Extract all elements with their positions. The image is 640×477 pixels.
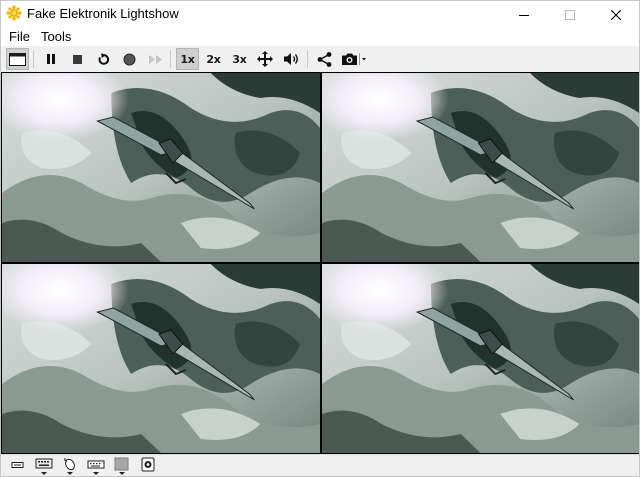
drive-icon [11, 462, 24, 468]
zoom-2x-label: 2x [206, 52, 221, 66]
restart-icon [98, 52, 109, 65]
share-button[interactable] [313, 48, 335, 70]
display-icon [114, 457, 129, 475]
speaker-icon [141, 457, 155, 472]
zoom-2x-button[interactable]: 2x [202, 48, 225, 70]
video-grid [1, 72, 639, 454]
camera-icon [342, 53, 366, 65]
record-button[interactable] [118, 48, 140, 70]
video-pane-top-right[interactable] [322, 73, 639, 262]
video-pane-top-left[interactable] [2, 73, 320, 262]
close-icon [611, 9, 621, 20]
maximize-icon [565, 9, 575, 20]
video-frame [2, 264, 320, 453]
screenshot-button[interactable] [339, 48, 369, 70]
display-status-button[interactable] [111, 457, 133, 476]
toolbar-separator [307, 50, 308, 68]
menu-bar: File Tools [1, 28, 639, 46]
share-icon [317, 51, 331, 67]
keyboard-status-button[interactable] [33, 457, 55, 476]
mouse-icon [64, 457, 75, 475]
move-button[interactable] [254, 48, 276, 70]
drive-status-button[interactable] [9, 457, 27, 476]
zoom-3x-button[interactable]: 3x [228, 48, 251, 70]
keyboard-small-icon [87, 460, 105, 475]
toolbar: 1x 2x 3x [1, 46, 639, 73]
speaker-status-button[interactable] [138, 457, 158, 476]
pause-icon [47, 54, 55, 64]
toolbar-separator [33, 50, 34, 68]
maximize-button[interactable] [547, 1, 593, 28]
menu-tools[interactable]: Tools [39, 29, 73, 44]
stop-icon [72, 54, 82, 64]
video-frame [322, 73, 639, 262]
zoom-3x-label: 3x [232, 52, 247, 66]
fast-forward-button[interactable] [144, 48, 166, 70]
volume-button[interactable] [280, 48, 302, 70]
window-title: Fake Elektronik Lightshow [27, 6, 179, 21]
title-bar: Fake Elektronik Lightshow [1, 1, 639, 28]
pause-button[interactable] [40, 48, 62, 70]
zoom-1x-label: 1x [180, 52, 195, 66]
video-frame [2, 73, 320, 262]
video-pane-bottom-right[interactable] [322, 264, 639, 453]
status-bar [1, 454, 639, 476]
app-logo-icon [6, 5, 22, 21]
restart-button[interactable] [92, 48, 114, 70]
video-pane-bottom-left[interactable] [2, 264, 320, 453]
fullscreen-button[interactable] [6, 48, 29, 70]
zoom-1x-button[interactable]: 1x [176, 48, 199, 70]
keyboard-small-status-button[interactable] [85, 457, 107, 476]
toolbar-separator [170, 50, 171, 68]
close-button[interactable] [593, 1, 639, 28]
stop-button[interactable] [66, 48, 88, 70]
fast-forward-icon [148, 54, 162, 64]
minimize-button[interactable] [501, 1, 547, 28]
fullscreen-icon [9, 52, 26, 66]
volume-icon [283, 53, 298, 65]
mouse-status-button[interactable] [59, 457, 81, 476]
video-frame [322, 264, 639, 453]
app-window: Fake Elektronik Lightshow File Tools 1x … [0, 0, 640, 477]
record-icon [123, 53, 135, 65]
minimize-icon [519, 14, 529, 16]
move-icon [257, 51, 273, 67]
keyboard-icon [35, 458, 53, 475]
menu-file[interactable]: File [7, 29, 32, 44]
